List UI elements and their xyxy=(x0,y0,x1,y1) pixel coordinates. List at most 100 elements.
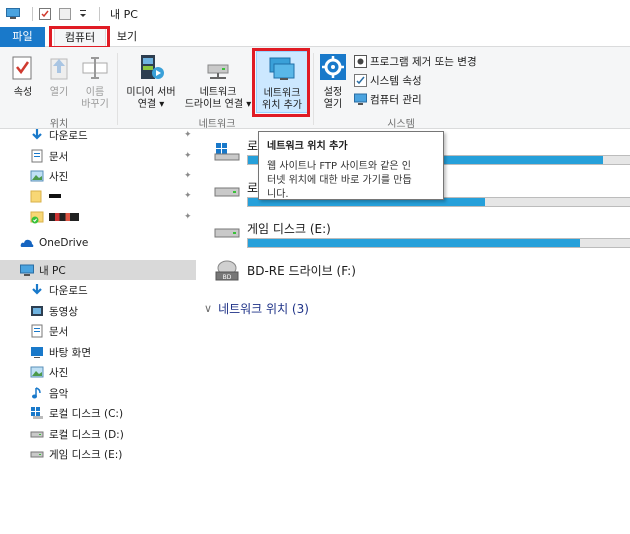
group-divider xyxy=(313,53,314,125)
media-server-dropdown-icon[interactable]: ▾ xyxy=(159,99,164,110)
properties-button[interactable]: 속성 xyxy=(6,53,40,99)
properties-label: 속성 xyxy=(13,87,33,98)
nav-item-label: 다운로드 xyxy=(49,284,88,297)
drive-name: 게임 디스크 (E:) xyxy=(247,222,331,236)
quick-access-dropdown-icon[interactable] xyxy=(79,8,87,20)
nav-item-label: 로컬 디스크 (C:) xyxy=(49,407,124,420)
cloud-icon xyxy=(20,236,34,250)
nav-item-label: 다운로드 xyxy=(49,129,88,142)
nav-item-videos[interactable]: 동영상 xyxy=(0,301,196,321)
add-network-location-label-line2: 위치 추가 xyxy=(262,100,302,111)
pictures-icon xyxy=(30,169,44,183)
gear-icon xyxy=(317,53,349,83)
nav-item-desktop[interactable]: 바탕 화면 xyxy=(0,342,196,362)
computer-management-label: 컴퓨터 관리 xyxy=(370,93,422,106)
tab-file[interactable]: 파일 xyxy=(0,27,45,47)
tab-computer[interactable]: 컴퓨터 xyxy=(54,27,106,48)
system-properties-icon xyxy=(354,73,367,87)
network-locations-label: 네트워크 위치 (3) xyxy=(218,302,309,316)
nav-item-pictures[interactable]: 사진 xyxy=(0,362,196,382)
nav-item-this-pc[interactable]: 내 PC xyxy=(0,260,196,280)
pictures-icon xyxy=(30,365,44,379)
nav-item-quick-downloads[interactable]: 다운로드 xyxy=(0,125,196,145)
uninstall-program-button[interactable]: 프로그램 제거 또는 변경 xyxy=(354,53,477,69)
drive-usage-fill xyxy=(248,239,581,247)
nav-item-label: 로컬 디스크 (D:) xyxy=(49,428,124,441)
rename-button[interactable]: 이름 바꾸기 xyxy=(76,53,114,111)
group-label-system: 시스템 xyxy=(387,119,415,130)
pin-icon[interactable]: ✦ xyxy=(184,191,192,201)
media-server-label-line1: 미디어 서버 xyxy=(126,87,176,98)
group-divider xyxy=(117,53,118,125)
map-network-drive-label-line2: 드라이브 연결 xyxy=(184,99,244,110)
drive-icon xyxy=(30,427,44,441)
drive-item-bd-re-f[interactable]: BD BD-RE 드라이브 (F:) xyxy=(214,260,630,300)
download-icon xyxy=(30,128,44,142)
nav-item-quick-folder-1[interactable] xyxy=(0,186,196,206)
open-button[interactable]: 열기 xyxy=(42,53,76,99)
download-icon xyxy=(30,283,44,297)
open-settings-label-line2: 열기 xyxy=(323,99,343,110)
this-pc-icon xyxy=(6,7,20,20)
chevron-down-icon[interactable]: ∨ xyxy=(204,302,212,315)
tab-view[interactable]: 보기 xyxy=(110,27,144,47)
tooltip-body-line: 웹 사이트나 FTP 사이트와 같은 인 xyxy=(267,161,412,172)
computer-management-icon xyxy=(354,93,367,106)
open-settings-label-line1: 설정 xyxy=(323,87,343,98)
drive-icon xyxy=(30,447,44,461)
pin-icon[interactable]: ✦ xyxy=(184,151,192,161)
nav-item-label: 사진 xyxy=(49,170,69,183)
media-server-button[interactable]: 미디어 서버 연결 ▾ xyxy=(121,53,181,111)
nav-item-local-disk-c[interactable]: 로컬 디스크 (C:) xyxy=(0,403,196,423)
music-icon xyxy=(30,386,44,400)
documents-icon xyxy=(30,324,44,338)
network-locations-header[interactable]: ∨ 네트워크 위치 (3) xyxy=(204,300,309,317)
drive-name: BD-RE 드라이브 (F:) xyxy=(247,264,356,278)
map-network-drive-dropdown-icon[interactable]: ▾ xyxy=(246,99,251,110)
title-divider xyxy=(99,6,100,21)
documents-icon xyxy=(30,149,44,163)
tooltip-body-line: 니다. xyxy=(267,189,289,200)
pin-icon[interactable]: ✦ xyxy=(184,130,192,140)
pin-icon[interactable]: ✦ xyxy=(184,171,192,181)
nav-item-label: 문서 xyxy=(49,325,69,338)
nav-item-game-disk-e[interactable]: 게임 디스크 (E:) xyxy=(0,444,196,464)
computer-management-button[interactable]: 컴퓨터 관리 xyxy=(354,91,422,107)
nav-item-label: 동영상 xyxy=(49,305,78,318)
properties-icon[interactable] xyxy=(39,7,53,20)
tooltip: 네트워크 위치 추가 웹 사이트나 FTP 사이트와 같은 인 터넷 위치에 대… xyxy=(258,131,444,200)
ribbon-tabs: 파일 컴퓨터 보기 xyxy=(0,27,630,48)
nav-item-documents[interactable]: 문서 xyxy=(0,321,196,341)
tooltip-title: 네트워크 위치 추가 xyxy=(267,141,348,152)
media-server-icon xyxy=(135,53,167,83)
nav-item-label: 사진 xyxy=(49,366,69,379)
uninstall-icon xyxy=(354,54,367,68)
new-folder-icon[interactable] xyxy=(59,7,73,20)
system-properties-button[interactable]: 시스템 속성 xyxy=(354,72,422,88)
map-network-drive-icon xyxy=(202,53,234,83)
optical-badge: BD xyxy=(223,274,232,281)
nav-item-quick-pictures[interactable]: 사진 xyxy=(0,166,196,186)
this-pc-icon xyxy=(20,263,34,277)
map-network-drive-button[interactable]: 네트워크 드라이브 연결 ▾ xyxy=(182,53,254,111)
navigation-pane: 다운로드 ✦ 문서 ✦ 사진 ✦ ✦ ✦ OneDrive 내 PC 다운로드 … xyxy=(0,129,196,534)
nav-item-downloads[interactable]: 다운로드 xyxy=(0,280,196,300)
windows-drive-icon xyxy=(214,143,240,161)
add-network-location-button[interactable]: 네트워크 위치 추가 xyxy=(256,51,308,113)
open-icon xyxy=(43,53,75,83)
rename-icon xyxy=(79,53,111,83)
drive-icon xyxy=(214,185,240,199)
nav-item-label-redacted xyxy=(49,213,79,221)
drive-item-game-disk-e[interactable]: 게임 디스크 (E:) xyxy=(214,220,630,260)
pin-icon[interactable]: ✦ xyxy=(184,212,192,222)
nav-item-quick-documents[interactable]: 문서 xyxy=(0,146,196,166)
rename-label-line1: 이름 xyxy=(85,87,105,98)
nav-item-quick-folder-2[interactable] xyxy=(0,207,196,227)
nav-item-label: 문서 xyxy=(49,150,69,163)
window-title: 내 PC xyxy=(110,7,138,21)
nav-item-local-disk-d[interactable]: 로컬 디스크 (D:) xyxy=(0,424,196,444)
system-properties-label: 시스템 속성 xyxy=(370,74,422,87)
open-settings-button[interactable]: 설정 열기 xyxy=(316,53,350,111)
nav-item-onedrive[interactable]: OneDrive xyxy=(0,233,196,253)
nav-item-music[interactable]: 음악 xyxy=(0,383,196,403)
